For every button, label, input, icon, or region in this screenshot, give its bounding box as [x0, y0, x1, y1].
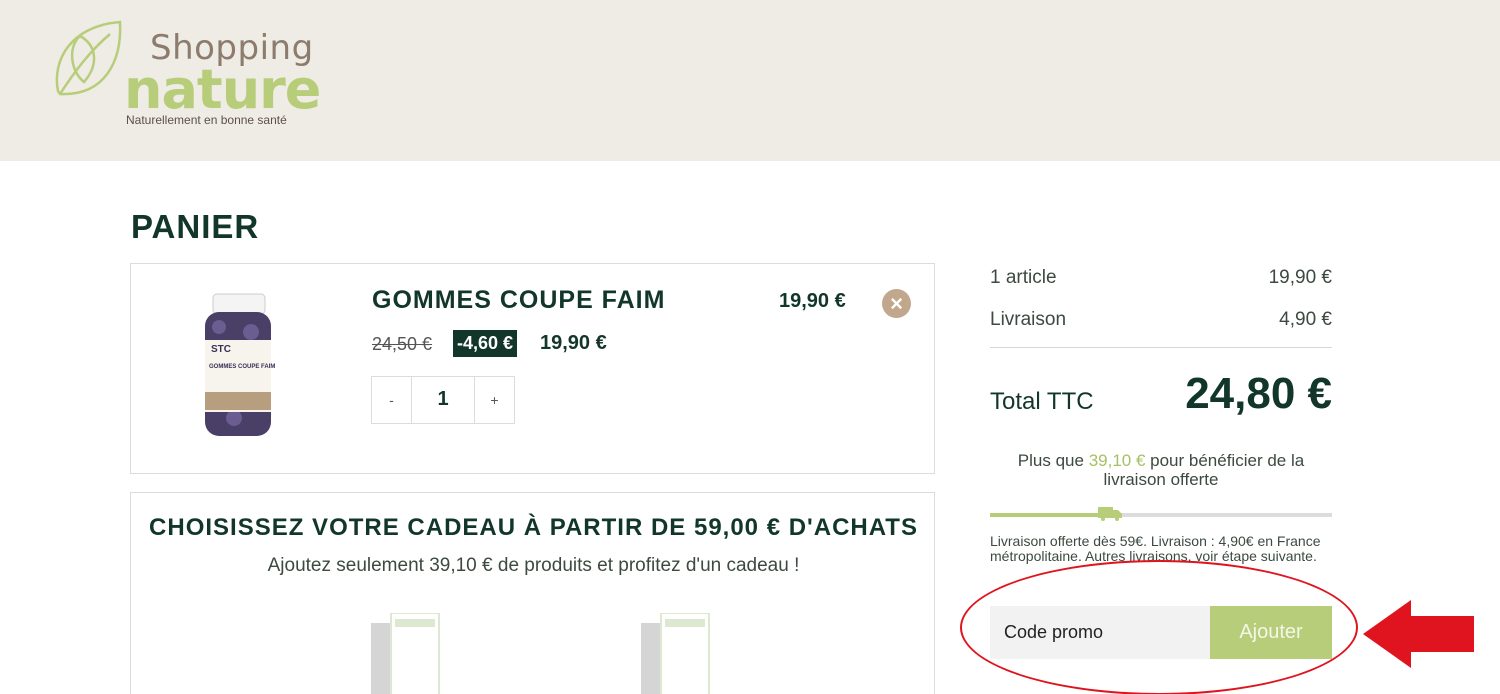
summary-divider	[990, 347, 1332, 348]
annotation-arrow-icon	[1363, 600, 1474, 668]
leaf-icon	[55, 20, 122, 96]
close-icon: ×	[890, 291, 903, 316]
old-price: 24,50 €	[372, 334, 433, 354]
free-shipping-progress	[990, 507, 1332, 521]
line-price: 19,90 €	[779, 290, 846, 312]
gift-product-image[interactable]	[371, 613, 441, 694]
quantity-increase-button[interactable]: +	[475, 377, 514, 423]
summary-shipping-value: 4,90 €	[1279, 309, 1332, 330]
gift-product-image[interactable]	[641, 613, 711, 694]
site-header: Shopping nature Naturellement en bonne s…	[0, 0, 1500, 161]
quantity-value[interactable]: 1	[411, 377, 475, 423]
total-value: 24,80 €	[1185, 369, 1332, 418]
summary-items-label: 1 article	[990, 267, 1057, 288]
free-shipping-text-before: Plus que	[1017, 451, 1089, 470]
cart-item: STC GOMMES COUPE FAIM GOMMES COUPE FAIM …	[130, 263, 935, 474]
summary-items-row: 1 article 19,90 €	[990, 267, 1332, 289]
summary-items-value: 19,90 €	[1268, 267, 1332, 288]
summary-shipping-row: Livraison 4,90 €	[990, 309, 1332, 331]
product-image-label: GOMMES COUPE FAIM	[209, 364, 275, 370]
quantity-decrease-button[interactable]: -	[372, 377, 411, 423]
logo-tagline: Naturellement en bonne santé	[126, 113, 287, 127]
progress-fill	[990, 513, 1106, 517]
free-shipping-message: Plus que 39,10 € pour bénéficier de la l…	[990, 451, 1332, 489]
gift-subtitle: Ajoutez seulement 39,10 € de produits et…	[267, 555, 800, 576]
total-label: Total TTC	[990, 388, 1094, 415]
unit-price: 19,90 €	[540, 332, 607, 354]
quantity-stepper: - 1 +	[371, 376, 515, 424]
logo[interactable]: Shopping nature Naturellement en bonne s…	[50, 14, 321, 134]
gift-title: CHOISISSEZ VOTRE CADEAU À PARTIR DE 59,0…	[149, 514, 918, 541]
gift-section: CHOISISSEZ VOTRE CADEAU À PARTIR DE 59,0…	[130, 492, 935, 694]
product-image-brand: STC	[211, 344, 231, 355]
page-title: PANIER	[131, 208, 260, 245]
annotation-ellipse	[960, 560, 1358, 694]
logo-text-main: nature	[124, 58, 321, 121]
product-image[interactable]: STC GOMMES COUPE FAIM	[199, 292, 277, 442]
product-name[interactable]: GOMMES COUPE FAIM	[372, 286, 665, 315]
remove-item-button[interactable]: ×	[882, 289, 911, 318]
summary-shipping-label: Livraison	[990, 309, 1067, 330]
truck-icon	[1098, 507, 1122, 521]
discount-badge: -4,60 €	[453, 330, 518, 357]
free-shipping-amount: 39,10 €	[1088, 451, 1146, 470]
